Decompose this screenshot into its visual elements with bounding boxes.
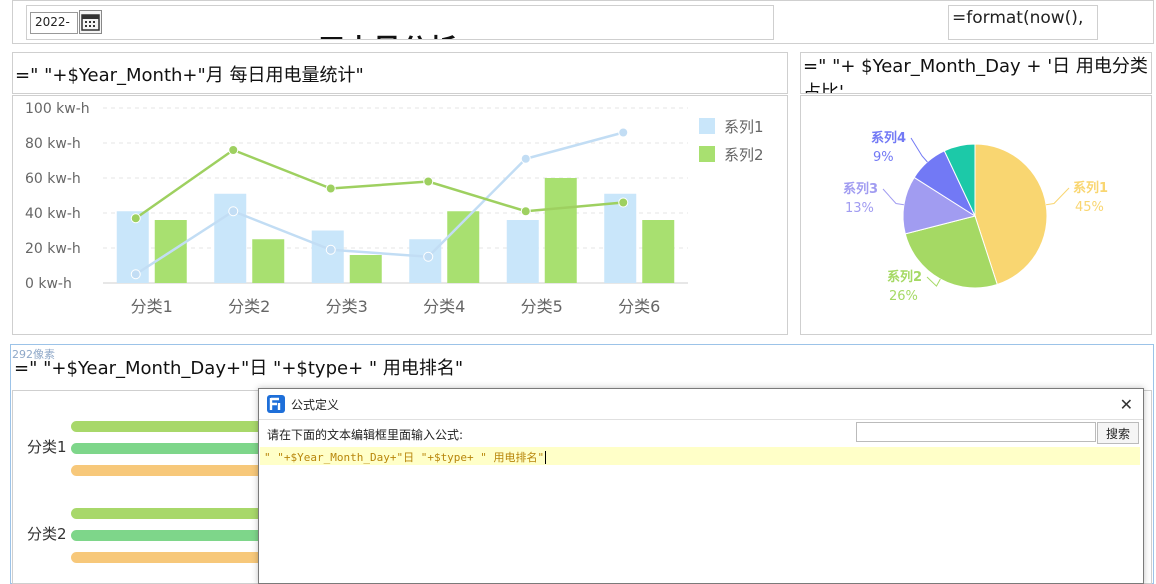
pie-title: =" "+ $Year_Month_Day + '日 用电分类占比': [800, 52, 1152, 94]
ranking-bar-chart: 分类1 分类2: [27, 421, 273, 563]
pie-label-percent: 13%: [845, 201, 874, 216]
bar-2: [544, 178, 577, 283]
bar-2: [349, 255, 382, 283]
x-tick-label: 分类2: [228, 297, 270, 316]
formula-now-cell: =format(now(),: [948, 5, 1098, 40]
search-button[interactable]: 搜索: [1097, 422, 1139, 444]
x-tick-label: 分类4: [423, 297, 465, 316]
line-point-1: [423, 251, 434, 262]
formula-text: " "+$Year_Month_Day+"日 "+$type+ " 用电排名": [264, 451, 545, 464]
rank-bar: [71, 508, 273, 519]
dialog-instruction: 请在下面的文本编辑框里面输入公式:: [267, 428, 464, 442]
line-point-2: [618, 197, 629, 208]
y-tick-label: 60 kw-h: [25, 171, 81, 187]
close-icon[interactable]: ✕: [1120, 395, 1133, 414]
pie-label-percent: 26%: [889, 289, 918, 304]
bar-2: [252, 239, 285, 283]
y-tick-label: 0 kw-h: [25, 276, 72, 292]
pie-chart-panel: 系列1 45% 系列2 26% 系列3 13% 系列4 9%: [800, 95, 1152, 335]
pie-leader-line: [882, 188, 904, 206]
monthly-title: =" "+$Year_Month+"月 每日用电量统计": [12, 52, 788, 94]
bar-1: [409, 239, 442, 283]
line-point-2: [130, 213, 141, 224]
rank-bar: [71, 465, 273, 476]
category-label: 分类1: [27, 438, 67, 456]
line-point-2: [520, 206, 531, 217]
dialog-titlebar[interactable]: 公式定义 ✕: [259, 389, 1143, 420]
line-point-1: [228, 206, 239, 217]
ranking-title: =" "+$Year_Month_Day+"日 "+$type+ " 用电排名": [14, 358, 464, 379]
y-tick-label: 100 kw-h: [25, 101, 90, 117]
pie-leader-line: [910, 137, 928, 163]
pie-label-name: 系列3: [843, 181, 878, 197]
y-tick-label: 40 kw-h: [25, 206, 81, 222]
line-point-2: [423, 176, 434, 187]
calendar-button[interactable]: [79, 10, 102, 34]
formula-editor[interactable]: " "+$Year_Month_Day+"日 "+$type+ " 用电排名": [260, 447, 1140, 465]
pie-label-name: 系列4: [871, 130, 906, 146]
pie-label-name: 系列1: [1073, 180, 1108, 196]
legend-swatch: [699, 146, 715, 162]
line-point-1: [325, 244, 336, 255]
formula-now-text: =format(now(),: [952, 8, 1084, 28]
search-input[interactable]: [856, 422, 1096, 442]
rank-bar: [71, 552, 273, 563]
line-point-1: [130, 269, 141, 280]
date-input[interactable]: 2022-: [30, 12, 78, 34]
y-tick-label: 80 kw-h: [25, 136, 81, 152]
pie-label-percent: 45%: [1075, 200, 1104, 215]
main-title-partial: 用电量分析: [317, 28, 457, 39]
x-tick-label: 分类1: [131, 297, 173, 316]
bar-1: [506, 220, 539, 283]
pie-label-name: 系列2: [887, 269, 922, 285]
text-cursor: [545, 451, 547, 464]
bar-1: [604, 193, 637, 283]
line-point-1: [520, 153, 531, 164]
monthly-usage-chart: 0 kw-h 20 kw-h 40 kw-h 60 kw-h 80 kw-h 100 kw…: [25, 101, 764, 316]
line-point-2: [228, 145, 239, 155]
x-tick-label: 分类3: [326, 297, 368, 316]
line-point-1: [618, 127, 629, 138]
dialog-title: 公式定义: [291, 397, 340, 412]
bar-1: [311, 230, 344, 283]
rank-bar: [71, 443, 273, 454]
pie-leader-line: [1046, 187, 1070, 206]
legend-label: 系列2: [724, 146, 764, 164]
monthly-chart-panel: 0 kw-h 20 kw-h 40 kw-h 60 kw-h 80 kw-h 100 kw…: [12, 95, 788, 335]
bar-2: [642, 220, 675, 283]
bar-1: [214, 193, 247, 283]
header-title-cell: 用电量分析: [26, 5, 774, 40]
pie-label-percent: 9%: [873, 150, 894, 165]
usage-share-pie-chart: 系列1 45% 系列2 26% 系列3 13% 系列4 9%: [843, 130, 1108, 304]
x-tick-label: 分类6: [618, 297, 660, 316]
category-label: 分类2: [27, 525, 67, 543]
rank-bar: [71, 530, 273, 541]
y-tick-label: 20 kw-h: [25, 241, 81, 257]
line-point-2: [325, 183, 336, 194]
calendar-icon: [81, 14, 100, 31]
legend-label: 系列1: [724, 118, 764, 136]
legend-swatch: [699, 118, 715, 134]
formula-dialog: 公式定义 ✕ 请在下面的文本编辑框里面输入公式: 搜索 " "+$Year_Mo…: [258, 388, 1144, 584]
rank-bar: [71, 421, 273, 432]
app-logo-icon: [267, 395, 285, 413]
x-tick-label: 分类5: [521, 297, 563, 316]
